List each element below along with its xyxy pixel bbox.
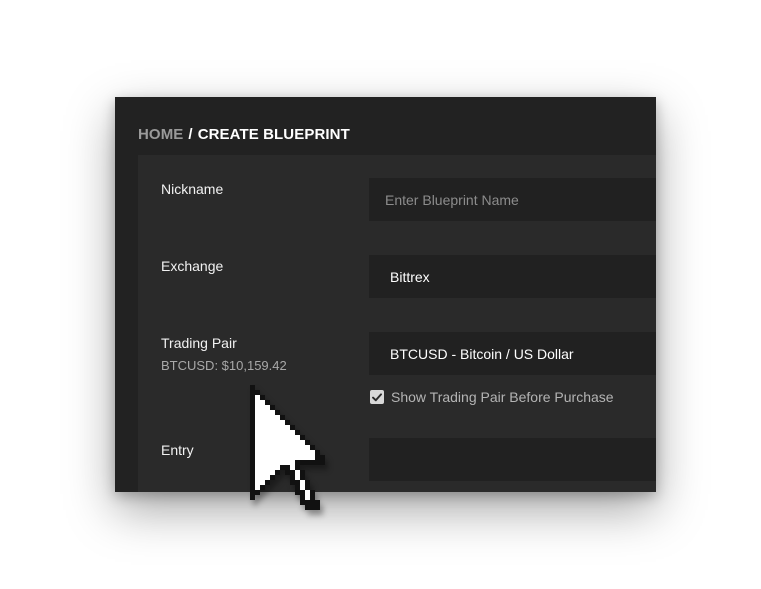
trading-pair-select[interactable]: BTCUSD - Bitcoin / US Dollar: [369, 332, 656, 375]
checkmark-icon: [372, 392, 382, 401]
show-trading-pair-checkbox[interactable]: [370, 390, 384, 404]
nickname-input[interactable]: [369, 178, 656, 221]
breadcrumb: HOME / CREATE BLUEPRINT: [138, 126, 350, 143]
nickname-label: Nickname: [161, 181, 224, 197]
show-trading-pair-option[interactable]: Show Trading Pair Before Purchase: [370, 389, 614, 405]
trading-pair-price: BTCUSD: $10,159.42: [161, 358, 287, 373]
show-trading-pair-label: Show Trading Pair Before Purchase: [391, 389, 614, 405]
exchange-label: Exchange: [161, 258, 224, 274]
breadcrumb-home-link[interactable]: HOME: [138, 126, 183, 143]
breadcrumb-current-page: CREATE BLUEPRINT: [197, 126, 350, 143]
exchange-select[interactable]: Bittrex: [369, 255, 656, 298]
trading-pair-select-value: BTCUSD - Bitcoin / US Dollar: [390, 345, 574, 362]
blueprint-form: Nickname Exchange Bittrex Trading Pair B…: [138, 155, 656, 492]
breadcrumb-separator: /: [188, 126, 193, 143]
exchange-select-value: Bittrex: [390, 268, 430, 285]
trading-pair-label: Trading Pair: [161, 335, 237, 351]
stage: HOME /CREATE BLUEPRINT Nickname Exchange …: [0, 0, 761, 589]
mouse-pointer-icon: [250, 385, 325, 510]
app-window: HOME /CREATE BLUEPRINT Nickname Exchange …: [115, 97, 656, 492]
entry-input[interactable]: [369, 438, 656, 481]
entry-label: Entry: [161, 442, 194, 458]
